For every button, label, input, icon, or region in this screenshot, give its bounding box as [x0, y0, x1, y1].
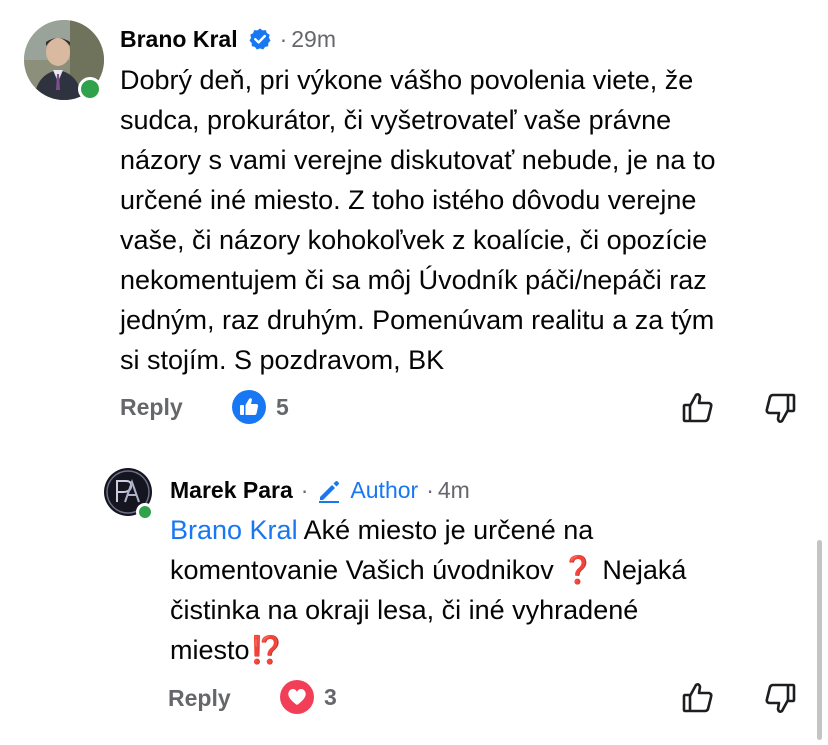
meta-separator: ·	[300, 477, 309, 503]
comment-header: Brano Kral · 29m	[120, 24, 336, 54]
exclamation-question-emoji: ⁉️	[249, 635, 284, 665]
mention-link[interactable]: Brano Kral	[170, 515, 298, 545]
comment-text-line: názory s vami verejne diskutovať nebude,…	[120, 145, 716, 175]
comment-text-segment: komentovanie Vašich úvodnikov	[170, 555, 562, 585]
pencil-icon	[316, 477, 342, 503]
comment-text-line: určené iné miesto. Z toho istého dôvodu …	[120, 185, 697, 215]
meta-separator: ·	[426, 477, 434, 503]
upvote-icon[interactable]	[680, 390, 716, 426]
comment-text-line: sudca, prokurátor, či vyšetrovateľ vaše …	[120, 105, 672, 135]
comment-text-segment: Nejaká	[594, 555, 687, 585]
comment-text-line: miesto⁉️	[170, 630, 810, 670]
comment-header: Marek Para · Author · 4m	[170, 475, 470, 505]
comment-text-line: čistinka na okraji lesa, či iné vyhraden…	[170, 595, 639, 625]
comment-body: Dobrý deň, pri výkone vášho povolenia vi…	[120, 60, 810, 380]
reaction-count: 5	[276, 394, 289, 420]
comment-text-line: nekomentujem či sa môj Úvodník páči/nepá…	[120, 265, 707, 295]
comment-text-line: jedným, raz druhým. Pomenúvam realitu a …	[120, 305, 715, 335]
like-icon	[232, 390, 266, 424]
reply-button[interactable]: Reply	[168, 683, 231, 713]
author-badge: Author	[350, 477, 419, 503]
comment-text-segment: miesto	[170, 635, 250, 665]
love-icon	[280, 680, 314, 714]
comment-text-line: Dobrý deň, pri výkone vášho povolenia vi…	[120, 65, 694, 95]
comment-text-line: komentovanie Vašich úvodnikov ❓ Nejaká	[170, 550, 810, 590]
comment-body: Brano Kral Aké miesto je určené na komen…	[170, 510, 810, 670]
online-status-indicator	[136, 503, 154, 521]
reaction-count: 3	[324, 684, 337, 710]
author-name[interactable]: Brano Kral	[120, 24, 238, 54]
comment-text-segment: Aké miesto je určené na	[297, 515, 594, 545]
downvote-icon[interactable]	[762, 680, 798, 716]
comment-text-line: Brano Kral Aké miesto je určené na	[170, 510, 810, 550]
comment-text-line: si stojím. S pozdravom, BK	[120, 345, 445, 375]
scrollbar[interactable]	[817, 540, 822, 740]
downvote-icon[interactable]	[762, 390, 798, 426]
comment-text-line: vaše, či názory kohokoľvek z koalície, č…	[120, 225, 708, 255]
online-status-indicator	[78, 77, 102, 101]
reply-button[interactable]: Reply	[120, 392, 183, 422]
comment-timestamp[interactable]: 29m	[291, 24, 336, 54]
reaction-summary[interactable]: 5	[232, 390, 289, 424]
comment-timestamp[interactable]: 4m	[438, 475, 470, 505]
author-name[interactable]: Marek Para	[170, 475, 293, 505]
upvote-icon[interactable]	[680, 680, 716, 716]
reaction-summary[interactable]: 3	[280, 680, 337, 714]
verified-badge-icon	[248, 27, 272, 51]
meta-separator: ·	[279, 26, 288, 52]
question-emoji: ❓	[561, 555, 595, 585]
